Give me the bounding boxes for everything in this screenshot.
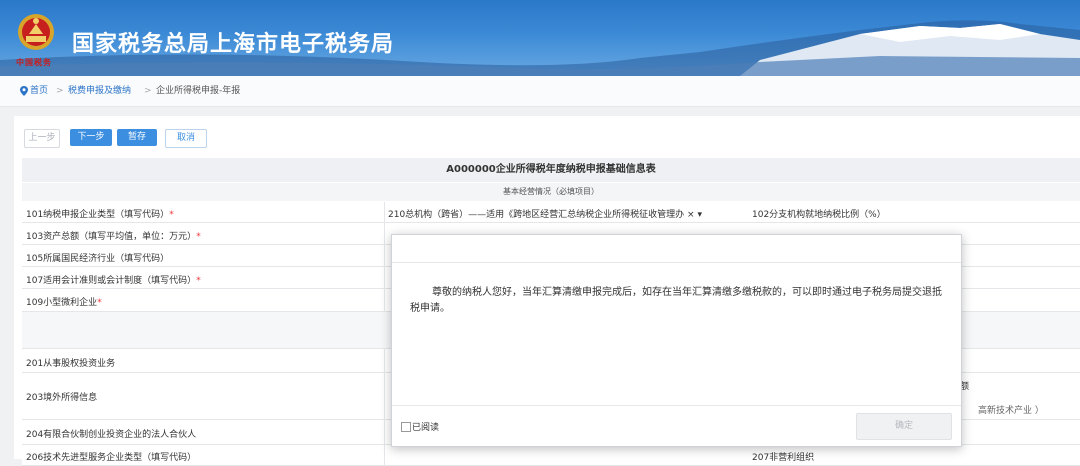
dialog-message: 尊敬的纳税人您好，当年汇算清缴申报完成后，如存在当年汇算清缴多缴税款的，可以即时…: [410, 287, 942, 314]
read-confirm-label[interactable]: 已阅读: [412, 420, 439, 433]
dialog-footer: 已阅读 确定: [392, 405, 961, 447]
confirm-button[interactable]: 确定: [856, 413, 952, 440]
read-confirm-checkbox[interactable]: [401, 422, 411, 432]
modal-overlay: 尊敬的纳税人您好，当年汇算清缴申报完成后，如存在当年汇算清缴多缴税款的，可以即时…: [0, 0, 1080, 459]
dialog-header: [392, 235, 961, 263]
notice-dialog: 尊敬的纳税人您好，当年汇算清缴申报完成后，如存在当年汇算清缴多缴税款的，可以即时…: [391, 234, 962, 447]
